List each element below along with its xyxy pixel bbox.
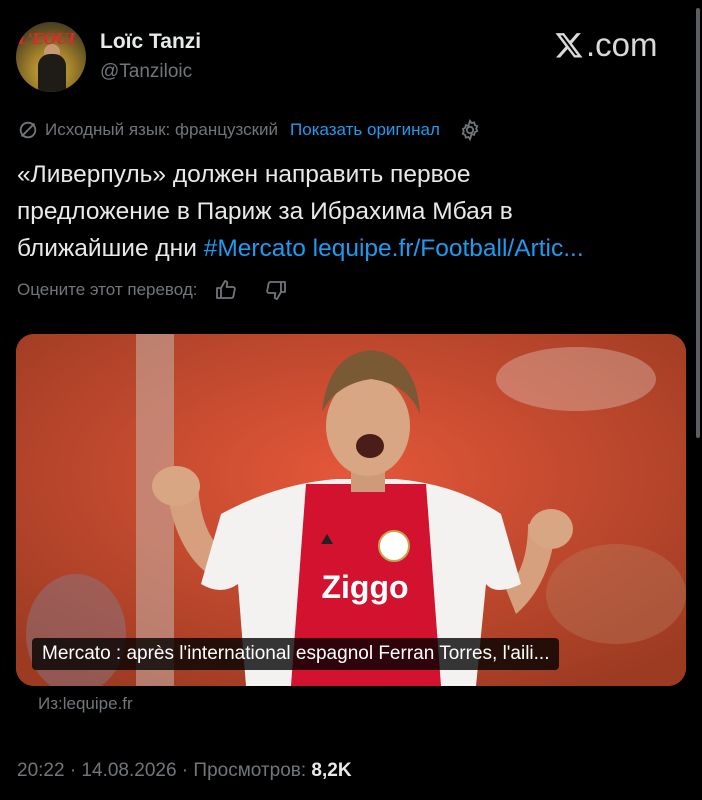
rate-translation-label: Оцените этот перевод: xyxy=(17,280,198,299)
tweet-text-line: предложение в Париж за Ибрахима Мбая в xyxy=(17,198,513,225)
card-source[interactable]: Из:lequipe.fr xyxy=(38,694,133,714)
article-link[interactable]: lequipe.fr/Football/Artic... xyxy=(313,235,584,262)
card-caption: Mercato : après l'international espagnol… xyxy=(32,638,560,670)
player-photo: Ziggo xyxy=(16,334,686,686)
tweet-header: L'EQUI Loïc Tanzi @Tanziloic xyxy=(16,22,201,92)
hashtag-link[interactable]: #Mercato xyxy=(204,235,306,262)
avatar[interactable]: L'EQUI xyxy=(16,22,86,92)
tweet-text-line: ближайшие дни #Mercato lequipe.fr/Footba… xyxy=(17,230,687,267)
views-label: Просмотров: xyxy=(193,760,312,781)
avatar-person-body xyxy=(38,54,66,92)
tweet-text-segment: ближайшие дни xyxy=(17,235,204,262)
tweet-meta: 20:22 · 14.08.2026 · Просмотров: 8,2K xyxy=(17,760,352,782)
show-original-link[interactable]: Показать оригинал xyxy=(290,120,440,140)
thumb-up-icon[interactable] xyxy=(214,278,238,302)
author-names: Loïc Tanzi @Tanziloic xyxy=(100,29,201,85)
tweet-timestamp[interactable]: 20:22 · 14.08.2026 · xyxy=(17,760,193,781)
gear-icon[interactable] xyxy=(458,118,482,142)
tweet-text-line: «Ливерпуль» должен направить первое xyxy=(17,161,471,188)
author-display-name[interactable]: Loïc Tanzi xyxy=(100,29,201,55)
brand-domain: .com xyxy=(586,26,658,63)
translation-source-label: Исходный язык: французский xyxy=(45,120,279,139)
tweet-text: «Ливерпуль» должен направить первое пред… xyxy=(17,156,687,267)
shirt-sponsor-text: Ziggo xyxy=(321,569,408,605)
x-logo-icon xyxy=(555,33,583,58)
views-count: 8,2K xyxy=(311,760,352,781)
thumb-down-icon[interactable] xyxy=(264,278,288,302)
brand-logo: .com xyxy=(554,26,658,64)
link-preview-card[interactable]: Ziggo Mercato : après l'international es… xyxy=(16,334,686,686)
scrollbar[interactable] xyxy=(696,8,700,438)
translate-icon xyxy=(19,121,37,139)
translation-bar: Исходный язык: французский Показать ориг… xyxy=(17,118,482,142)
rate-translation: Оцените этот перевод: xyxy=(17,278,288,302)
author-handle[interactable]: @Tanziloic xyxy=(100,59,201,85)
